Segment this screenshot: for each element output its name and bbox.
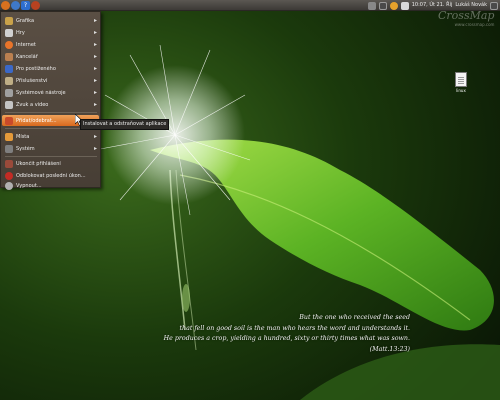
menu-item-label: Zvuk a video	[16, 101, 49, 108]
folder-icon	[5, 132, 13, 141]
panel-launchers: ?	[1, 1, 40, 10]
verse-line: But the one who received the seed	[299, 314, 410, 321]
help-launcher-icon[interactable]: ?	[21, 1, 30, 10]
image-icon	[5, 16, 13, 25]
menu-item-label: Systém	[16, 145, 35, 152]
shutdown-icon	[5, 171, 13, 180]
network-icon[interactable]	[367, 1, 376, 10]
menu-item-accessories[interactable]: Příslušenství ▸	[2, 75, 99, 86]
ubuntu-menu-icon[interactable]	[1, 1, 10, 10]
add-remove-icon	[5, 116, 13, 125]
verse-line: He produces a crop, yielding a hundred, …	[163, 335, 410, 342]
menu-item-label: Ukončit přihlášení	[16, 160, 61, 167]
top-panel: ? 10:07, Út 21. Říj Lukáš Novák	[0, 0, 500, 11]
menu-item-label: Vypnout...	[16, 182, 42, 189]
chevron-right-icon: ▸	[93, 89, 97, 96]
menu-item-label: Hry	[16, 29, 25, 36]
menu-item-shutdown[interactable]: Vypnout...	[2, 180, 99, 191]
menu-item-label: Systémové nástroje	[16, 89, 66, 96]
menu-item-label: Kancelář	[16, 53, 38, 60]
verse-reference: (Matt.13:23)	[369, 345, 410, 353]
menu-item-system[interactable]: Systém ▸	[2, 143, 99, 154]
verse-line: that fell on good soil is the man who he…	[179, 324, 410, 332]
internet-icon	[5, 40, 13, 49]
user-launcher-icon[interactable]	[31, 1, 40, 10]
menu-item-label: Příslušenství	[16, 77, 48, 84]
chevron-right-icon: ▸	[93, 145, 97, 152]
chevron-right-icon: ▸	[93, 17, 97, 24]
watermark-logo: CrossMap	[438, 9, 495, 22]
power-icon	[5, 181, 13, 190]
menu-separator	[5, 156, 97, 157]
multimedia-icon	[5, 100, 13, 109]
menu-item-multimedia[interactable]: Zvuk a video ▸	[2, 99, 99, 110]
chevron-right-icon: ▸	[93, 29, 97, 36]
menu-item-accessibility[interactable]: Pro postiženého ▸	[2, 63, 99, 74]
chevron-right-icon: ▸	[93, 101, 97, 108]
wallpaper-watermark: CrossMap www.crossmap.com	[438, 9, 494, 27]
preferences-icon	[5, 144, 13, 153]
logout-icon	[5, 159, 13, 168]
mail-icon[interactable]	[400, 1, 409, 10]
desktop-file-icon[interactable]: linux	[452, 72, 470, 93]
menu-item-office[interactable]: Kancelář ▸	[2, 51, 99, 62]
applications-menu: Grafika ▸ Hry ▸ Internet ▸ Kancelář ▸ Pr…	[0, 11, 101, 191]
display-icon[interactable]	[378, 1, 387, 10]
menu-item-places[interactable]: Místa ▸	[2, 131, 99, 142]
chevron-right-icon: ▸	[93, 41, 97, 48]
menu-item-label: Odblokovat poslední úkon...	[16, 172, 86, 179]
chevron-right-icon: ▸	[93, 53, 97, 60]
browser-launcher-icon[interactable]	[11, 1, 20, 10]
chevron-right-icon: ▸	[93, 133, 97, 140]
menu-item-internet[interactable]: Internet ▸	[2, 39, 99, 50]
cards-icon	[5, 28, 13, 37]
menu-separator	[5, 112, 97, 113]
accessories-icon	[5, 76, 13, 85]
system-tools-icon	[5, 88, 13, 97]
menu-tooltip: Instalovat a odstraňovat aplikace	[80, 119, 170, 130]
chevron-right-icon: ▸	[93, 65, 97, 72]
office-icon	[5, 52, 13, 61]
watermark-url: www.crossmap.com	[454, 22, 495, 27]
menu-item-logout[interactable]: Ukončit přihlášení	[2, 158, 99, 169]
document-icon	[455, 72, 467, 87]
menu-item-label: Internet	[16, 41, 36, 48]
menu-item-graphics[interactable]: Grafika ▸	[2, 15, 99, 26]
accessibility-icon	[5, 64, 13, 73]
desktop-file-label: linux	[456, 88, 466, 93]
wallpaper-verse: But the one who received the seed that f…	[90, 313, 410, 355]
menu-item-label: Pro postiženého	[16, 65, 56, 72]
menu-item-system-tools[interactable]: Systémové nástroje ▸	[2, 87, 99, 98]
weather-icon[interactable]	[389, 1, 398, 10]
chevron-right-icon: ▸	[93, 77, 97, 84]
menu-item-label: Grafika	[16, 17, 35, 24]
menu-item-games[interactable]: Hry ▸	[2, 27, 99, 38]
menu-item-label: Místa	[16, 133, 30, 140]
